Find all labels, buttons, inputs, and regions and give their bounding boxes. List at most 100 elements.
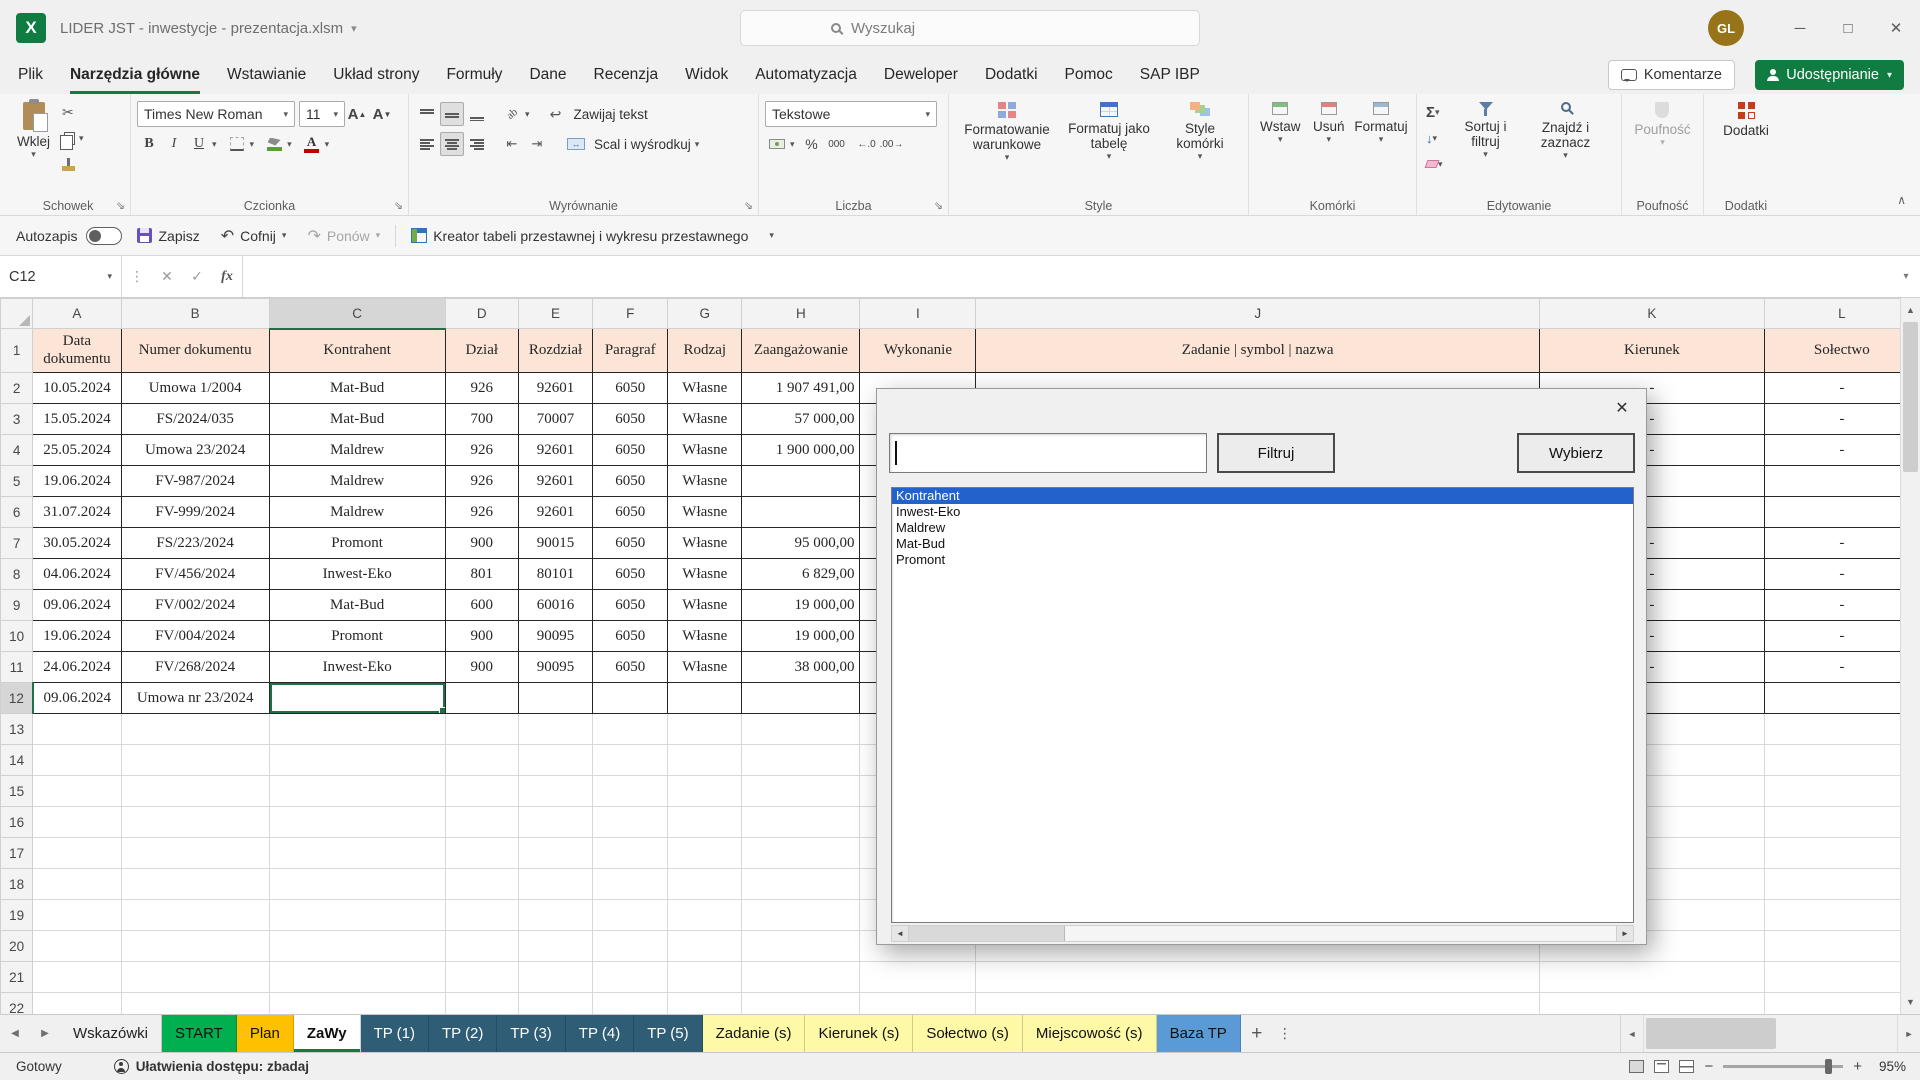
sheet-tab-tp-5[interactable]: TP (5) bbox=[634, 1015, 702, 1052]
cell-D14[interactable] bbox=[445, 745, 518, 776]
cell-H2[interactable]: 1 907 491,00 bbox=[742, 373, 860, 404]
cell-C18[interactable] bbox=[269, 869, 445, 900]
sheet-tab-tp-3[interactable]: TP (3) bbox=[497, 1015, 565, 1052]
column-header-L[interactable]: L bbox=[1764, 299, 1919, 329]
cell-G5[interactable]: Własne bbox=[668, 466, 742, 497]
cell-A6[interactable]: 31.07.2024 bbox=[33, 497, 122, 528]
cell-C10[interactable]: Promont bbox=[269, 621, 445, 652]
cell-L2[interactable]: - bbox=[1764, 373, 1919, 404]
cell-C15[interactable] bbox=[269, 776, 445, 807]
dialog-listbox[interactable]: KontrahentInwest-EkoMaldrewMat-BudPromon… bbox=[891, 487, 1634, 923]
cell-E12[interactable] bbox=[518, 683, 592, 714]
dialog-choose-button[interactable]: Wybierz bbox=[1517, 433, 1635, 473]
ribbon-tab-sap-ibp[interactable]: SAP IBP bbox=[1140, 56, 1200, 94]
increase-decimal-button[interactable]: ←.0 bbox=[855, 132, 879, 156]
cell-L11[interactable]: - bbox=[1764, 652, 1919, 683]
minimize-icon[interactable]: ─ bbox=[1776, 0, 1824, 56]
dialog-scrollbar-thumb[interactable] bbox=[909, 926, 1065, 941]
cell-A12[interactable]: 09.06.2024 bbox=[33, 683, 122, 714]
cell-F18[interactable] bbox=[593, 869, 668, 900]
row-header-2[interactable]: 2 bbox=[1, 373, 33, 404]
cell-C11[interactable]: Inwest-Eko bbox=[269, 652, 445, 683]
cell-F15[interactable] bbox=[593, 776, 668, 807]
cell-L3[interactable]: - bbox=[1764, 404, 1919, 435]
qat-overflow-icon[interactable]: ▾ bbox=[769, 230, 774, 241]
cell-J1[interactable]: Zadanie | symbol | nazwa bbox=[976, 329, 1540, 373]
percent-button[interactable]: % bbox=[800, 132, 824, 156]
cell-E9[interactable]: 60016 bbox=[518, 590, 592, 621]
cell-C20[interactable] bbox=[269, 931, 445, 962]
column-header-C[interactable]: C bbox=[269, 299, 445, 329]
cell-B4[interactable]: Umowa 23/2024 bbox=[121, 435, 269, 466]
cell-L20[interactable] bbox=[1764, 931, 1919, 962]
cell-F7[interactable]: 6050 bbox=[593, 528, 668, 559]
sheet-tab-miejscowość-s[interactable]: Miejscowość (s) bbox=[1023, 1015, 1157, 1052]
cell-H15[interactable] bbox=[742, 776, 860, 807]
cell-B6[interactable]: FV-999/2024 bbox=[121, 497, 269, 528]
cell-F3[interactable]: 6050 bbox=[593, 404, 668, 435]
cell-H6[interactable] bbox=[742, 497, 860, 528]
close-icon[interactable]: ✕ bbox=[1872, 0, 1920, 56]
cell-F9[interactable]: 6050 bbox=[593, 590, 668, 621]
sheet-tab-tp-1[interactable]: TP (1) bbox=[361, 1015, 429, 1052]
cell-E11[interactable]: 90095 bbox=[518, 652, 592, 683]
cell-D13[interactable] bbox=[445, 714, 518, 745]
cell-H1[interactable]: Zaangażowanie bbox=[742, 329, 860, 373]
cell-D2[interactable]: 926 bbox=[445, 373, 518, 404]
cell-E6[interactable]: 92601 bbox=[518, 497, 592, 528]
zoom-out-button[interactable]: − bbox=[1704, 1058, 1713, 1075]
orientation-button[interactable]: ab bbox=[500, 102, 524, 126]
cell-H13[interactable] bbox=[742, 714, 860, 745]
row-header-18[interactable]: 18 bbox=[1, 869, 33, 900]
cell-F1[interactable]: Paragraf bbox=[593, 329, 668, 373]
cell-H4[interactable]: 1 900 000,00 bbox=[742, 435, 860, 466]
cell-E5[interactable]: 92601 bbox=[518, 466, 592, 497]
column-header-F[interactable]: F bbox=[593, 299, 668, 329]
cell-A2[interactable]: 10.05.2024 bbox=[33, 373, 122, 404]
cell-F10[interactable]: 6050 bbox=[593, 621, 668, 652]
cell-styles-button[interactable]: Style komórki ▾ bbox=[1159, 99, 1241, 197]
cell-H9[interactable]: 19 000,00 bbox=[742, 590, 860, 621]
cell-H12[interactable] bbox=[742, 683, 860, 714]
merge-center-button[interactable]: ↔ bbox=[564, 132, 588, 156]
cell-K21[interactable] bbox=[1540, 962, 1765, 993]
cell-D10[interactable]: 900 bbox=[445, 621, 518, 652]
row-header-19[interactable]: 19 bbox=[1, 900, 33, 931]
cell-A21[interactable] bbox=[33, 962, 122, 993]
cell-G15[interactable] bbox=[668, 776, 742, 807]
cell-B21[interactable] bbox=[121, 962, 269, 993]
cell-K1[interactable]: Kierunek bbox=[1540, 329, 1765, 373]
collapse-ribbon-icon[interactable]: ∧ bbox=[1897, 193, 1906, 207]
page-layout-view-icon[interactable] bbox=[1654, 1060, 1669, 1073]
normal-view-icon[interactable] bbox=[1629, 1060, 1644, 1073]
row-header-10[interactable]: 10 bbox=[1, 621, 33, 652]
cell-F21[interactable] bbox=[593, 962, 668, 993]
cell-D16[interactable] bbox=[445, 807, 518, 838]
dialog-list-item-maldrew[interactable]: Maldrew bbox=[892, 520, 1633, 536]
ribbon-tab-narzędzia-główne[interactable]: Narzędzia główne bbox=[70, 56, 200, 94]
cell-E13[interactable] bbox=[518, 714, 592, 745]
font-color-button[interactable]: A bbox=[300, 132, 324, 156]
align-middle-button[interactable] bbox=[440, 102, 464, 126]
row-header-20[interactable]: 20 bbox=[1, 931, 33, 962]
cell-G4[interactable]: Własne bbox=[668, 435, 742, 466]
cell-D20[interactable] bbox=[445, 931, 518, 962]
dialog-list-item-mat-bud[interactable]: Mat-Bud bbox=[892, 536, 1633, 552]
cell-A22[interactable] bbox=[33, 993, 122, 1015]
paste-button[interactable]: Wklej ▾ bbox=[12, 99, 55, 197]
zoom-level[interactable]: 95% bbox=[1872, 1059, 1906, 1074]
cell-H19[interactable] bbox=[742, 900, 860, 931]
row-header-16[interactable]: 16 bbox=[1, 807, 33, 838]
insert-cells-button[interactable]: Wstaw ▾ bbox=[1255, 99, 1306, 197]
format-painter-button[interactable] bbox=[59, 151, 87, 177]
align-left-button[interactable] bbox=[415, 132, 439, 156]
vertical-scrollbar[interactable]: ▲ ▼ bbox=[1900, 298, 1920, 1014]
cell-G14[interactable] bbox=[668, 745, 742, 776]
cell-A20[interactable] bbox=[33, 931, 122, 962]
cell-C2[interactable]: Mat-Bud bbox=[269, 373, 445, 404]
formula-input[interactable] bbox=[242, 256, 1892, 297]
cell-A18[interactable] bbox=[33, 869, 122, 900]
cell-D19[interactable] bbox=[445, 900, 518, 931]
column-header-K[interactable]: K bbox=[1540, 299, 1765, 329]
sheet-tab-zawy[interactable]: ZaWy bbox=[294, 1015, 361, 1052]
